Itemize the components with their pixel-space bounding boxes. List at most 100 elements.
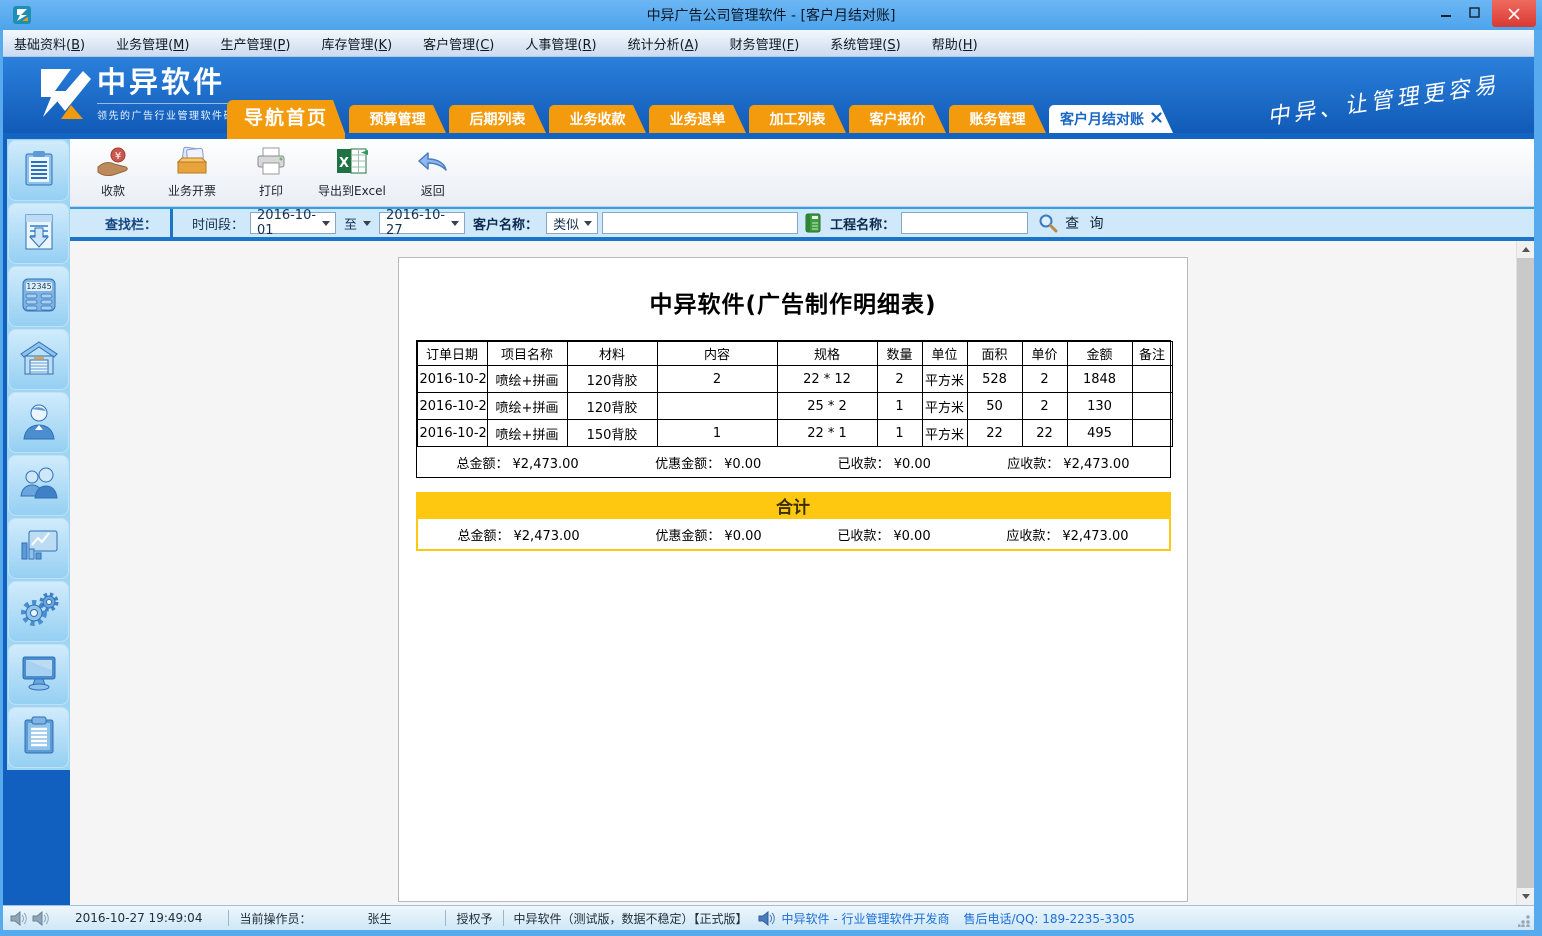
menu-bar: 基础资料(B) 业务管理(M) 生产管理(P) 库存管理(K) 客户管理(C) 人事管理(… bbox=[3, 30, 1534, 57]
maximize-button[interactable] bbox=[1460, 0, 1488, 24]
sidebar-item-calculator[interactable]: 12345 bbox=[8, 266, 69, 327]
sidebar-item-document-download[interactable] bbox=[8, 203, 69, 264]
summary-label: 优惠金额： bbox=[655, 457, 720, 472]
column-header: 数量 bbox=[877, 342, 922, 366]
tab-close-icon[interactable] bbox=[1151, 111, 1162, 127]
logo-title: 中异软件 bbox=[97, 65, 258, 99]
menu-item-M[interactable]: 业务管理(M) bbox=[116, 34, 189, 53]
summary-value: ¥0.00 bbox=[724, 457, 761, 472]
search-button[interactable]: 查 询 bbox=[1065, 213, 1106, 233]
summary-item: 优惠金额：¥0.00 bbox=[655, 525, 761, 544]
table-cell: 120背胶 bbox=[567, 393, 657, 420]
project-name-input[interactable] bbox=[901, 212, 1028, 234]
summary-label: 应收款： bbox=[1006, 529, 1058, 544]
tab-label: 业务退单 bbox=[670, 109, 726, 129]
menu-item-K[interactable]: 库存管理(K) bbox=[321, 34, 392, 53]
status-separator bbox=[445, 910, 446, 926]
export-excel-button[interactable]: X导出到Excel bbox=[315, 144, 389, 202]
date-to-value: 2016-10-27 bbox=[386, 208, 451, 238]
toolbar-button-label: 打印 bbox=[259, 182, 283, 199]
back-button[interactable]: 返回 bbox=[398, 144, 468, 202]
toolbar-button-label: 业务开票 bbox=[168, 182, 216, 199]
vertical-scrollbar[interactable] bbox=[1516, 241, 1534, 905]
print-button[interactable]: 打印 bbox=[236, 144, 306, 202]
table-cell: 2 bbox=[1022, 393, 1067, 420]
column-header: 规格 bbox=[777, 342, 877, 366]
notebook-icon[interactable] bbox=[804, 213, 822, 233]
scroll-up-button[interactable] bbox=[1517, 241, 1534, 258]
range-to-select[interactable]: 至 bbox=[344, 214, 371, 233]
menu-item-H[interactable]: 帮助(H) bbox=[932, 34, 978, 53]
company-logo-icon bbox=[39, 65, 91, 129]
warehouse-icon bbox=[19, 338, 59, 382]
tab-6[interactable]: 客户报价 bbox=[849, 105, 946, 133]
summary-value: ¥0.00 bbox=[724, 529, 761, 544]
close-button[interactable] bbox=[1492, 0, 1536, 27]
menu-item-C[interactable]: 客户管理(C) bbox=[423, 34, 494, 53]
tab-3[interactable]: 业务收款 bbox=[549, 105, 646, 133]
sidebar-item-clipboard[interactable] bbox=[8, 140, 69, 201]
table-cell: 22 bbox=[1022, 420, 1067, 447]
sidebar-item-statistics[interactable] bbox=[8, 518, 69, 579]
tab-4[interactable]: 业务退单 bbox=[649, 105, 746, 133]
sidebar-item-warehouse[interactable] bbox=[8, 329, 69, 390]
menu-item-F[interactable]: 财务管理(F) bbox=[730, 34, 800, 53]
table-cell: 130 bbox=[1067, 393, 1132, 420]
match-mode-select[interactable]: 类似 bbox=[546, 212, 598, 234]
sidebar-item-monitor[interactable] bbox=[8, 644, 69, 705]
filter-divider bbox=[170, 209, 173, 237]
date-from-select[interactable]: 2016-10-01 bbox=[250, 212, 336, 234]
sidebar-item-person[interactable] bbox=[8, 392, 69, 453]
toolbar-button-label: 收款 bbox=[101, 182, 125, 199]
tab-2[interactable]: 后期列表 bbox=[449, 105, 546, 133]
invoice-icon bbox=[175, 146, 209, 179]
sidebar: 12345 bbox=[3, 139, 70, 905]
speaker-icon[interactable] bbox=[10, 911, 27, 926]
menu-item-P[interactable]: 生产管理(P) bbox=[220, 34, 290, 53]
customer-name-input[interactable] bbox=[602, 212, 798, 234]
table-cell: 22 * 12 bbox=[777, 366, 877, 393]
tab-active[interactable]: 客户月结对账 bbox=[1049, 105, 1173, 133]
menu-item-S[interactable]: 系统管理(S) bbox=[830, 34, 900, 53]
summary-value: ¥2,473.00 bbox=[513, 457, 579, 472]
menu-item-R[interactable]: 人事管理(R) bbox=[525, 34, 596, 53]
table-cell: 2 bbox=[657, 366, 777, 393]
speaker-icon[interactable] bbox=[32, 911, 49, 926]
license-text: 中异软件（测试版，数据不稳定）【正式版】 bbox=[514, 910, 748, 927]
tab-5[interactable]: 加工列表 bbox=[749, 105, 846, 133]
sidebar-item-report[interactable] bbox=[8, 707, 69, 768]
menu-item-A[interactable]: 统计分析(A) bbox=[628, 34, 699, 53]
sidebar-item-gears[interactable] bbox=[8, 581, 69, 642]
arrow-down-icon bbox=[1522, 894, 1530, 899]
menu-item-B[interactable]: 基础资料(B) bbox=[14, 34, 85, 53]
tab-label: 后期列表 bbox=[470, 109, 526, 129]
app-window: { "window": { "title": "中异广告公司管理软件 - [客户… bbox=[0, 0, 1542, 936]
collect-payment-button[interactable]: ¥ 收款 bbox=[78, 144, 148, 202]
sidebar-item-group[interactable] bbox=[8, 455, 69, 516]
svg-text:¥: ¥ bbox=[115, 151, 121, 162]
collect-payment-icon: ¥ bbox=[96, 146, 130, 179]
status-separator bbox=[503, 910, 504, 926]
tab-1[interactable]: 预算管理 bbox=[349, 105, 446, 133]
speaker-icon[interactable] bbox=[758, 911, 775, 926]
date-to-select[interactable]: 2016-10-27 bbox=[379, 212, 465, 234]
arrow-up-icon bbox=[1522, 247, 1530, 252]
tab-label: 加工列表 bbox=[770, 109, 826, 129]
toolbar: ¥ 收款 业务开票 打印 X导出到Excel返回 bbox=[70, 139, 1534, 207]
scroll-down-button[interactable] bbox=[1517, 888, 1534, 905]
table-cell: 平方米 bbox=[922, 366, 967, 393]
brand-slogan: 中异、让管理更容易 bbox=[1265, 67, 1501, 131]
minimize-button[interactable] bbox=[1432, 0, 1460, 24]
range-to-label: 至 bbox=[344, 214, 357, 233]
column-header: 单价 bbox=[1022, 342, 1067, 366]
invoice-button[interactable]: 业务开票 bbox=[157, 144, 227, 202]
tab-7[interactable]: 账务管理 bbox=[949, 105, 1046, 133]
summary-value: ¥0.00 bbox=[893, 529, 930, 544]
nav-home-tab[interactable]: 导航首页 bbox=[227, 100, 345, 133]
summary-value: ¥2,473.00 bbox=[514, 529, 580, 544]
summary-label: 应收款： bbox=[1007, 457, 1059, 472]
search-icon[interactable] bbox=[1038, 213, 1058, 233]
chevron-down-icon bbox=[584, 221, 592, 226]
person-icon bbox=[20, 401, 58, 445]
resize-grip[interactable] bbox=[1518, 915, 1530, 927]
